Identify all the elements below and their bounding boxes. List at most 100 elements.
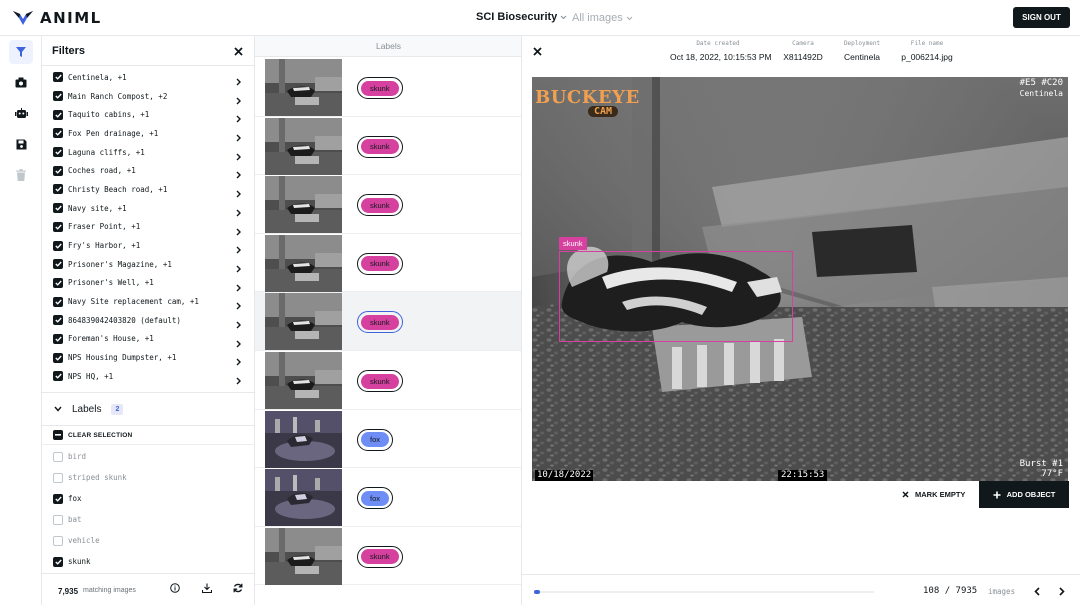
image-row[interactable]: skunk [255,351,521,410]
camera-checkbox[interactable] [53,277,63,288]
camera-filter-item[interactable]: Foreman's House, +1 [42,330,255,349]
image-row[interactable]: skunk [255,58,521,117]
image-row[interactable]: skunk [255,292,521,351]
image-row[interactable]: fox [255,410,521,469]
camera-filter-item[interactable]: Prisoner's Well, +1 [42,274,255,293]
camera-filter-item[interactable]: Fry's Harbor, +1 [42,236,255,255]
camera-checkbox[interactable] [53,315,63,326]
clear-selection-button[interactable]: CLEAR SELECTION [42,426,255,445]
label-checkbox[interactable] [53,535,63,546]
label-checkbox[interactable] [53,451,63,462]
label-pill[interactable]: fox [357,487,394,510]
image-thumbnail[interactable] [265,352,342,409]
image-thumbnail[interactable] [265,176,342,234]
image-row[interactable]: skunk [255,175,521,234]
label-filter-item[interactable]: bat [42,509,255,530]
camera-filter-item[interactable]: Fox Pen drainage, +1 [42,124,255,143]
image-thumbnail[interactable] [265,59,342,116]
label-pill[interactable]: fox [357,428,394,451]
camera-filter-item[interactable]: NPS Housing Dumpster, +1 [42,348,255,367]
image-row[interactable]: skunk [255,234,521,293]
camera-filter-item[interactable]: Main Ranch Compost, +2 [42,87,255,106]
labels-section-header[interactable]: Labels 2 [42,392,255,426]
label-checkbox[interactable] [53,493,63,504]
indeterminate-checkbox[interactable] [53,430,63,440]
close-icon[interactable] [234,47,243,56]
label-checkbox[interactable] [53,472,63,483]
camera-filter-item[interactable]: Taquito cabins, +1 [42,105,255,124]
image-thumbnail[interactable] [265,234,342,292]
refresh-icon[interactable] [233,583,243,593]
camera-checkbox[interactable] [53,352,63,363]
image-row[interactable]: skunk [255,117,521,176]
camera-filter-item[interactable]: Prisoner's Magazine, +1 [42,255,255,274]
close-detail-icon[interactable] [533,47,542,56]
delete-view-button[interactable] [9,163,33,187]
sign-out-button[interactable]: SIGN OUT [1013,7,1070,28]
app-logo[interactable]: ANIML [12,9,102,27]
camera-checkbox[interactable] [53,240,63,251]
label-filter-item[interactable]: bird [42,446,255,467]
automation-tool-button[interactable] [9,101,33,125]
camera-filter-item[interactable]: Navy Site replacement cam, +1 [42,292,255,311]
info-icon[interactable] [170,583,180,593]
label-pill[interactable]: skunk [357,252,403,275]
filter-tool-button[interactable] [9,40,33,64]
camera-checkbox[interactable] [53,72,63,83]
camera-filter-item[interactable]: NPS HQ, +1 [42,367,255,386]
project-selector[interactable]: SCI Biosecurity [476,11,567,23]
camera-checkbox[interactable] [53,333,63,344]
chevron-left-icon[interactable] [1034,587,1040,596]
label-filter-item[interactable]: striped skunk [42,467,255,488]
camera-filter-item[interactable]: Navy site, +1 [42,199,255,218]
camera-checkbox[interactable] [53,296,63,307]
camera-checkbox[interactable] [53,221,63,232]
image-thumbnail[interactable] [265,469,342,527]
camera-filter-item[interactable]: 864839042403820 (default) [42,311,255,330]
label-pill[interactable]: skunk [357,77,403,99]
camera-filter-item[interactable]: Coches road, +1 [42,161,255,180]
camera-filter-item[interactable]: Centinela, +1 [42,68,255,87]
view-selector[interactable]: All images [572,12,633,24]
camera-checkbox[interactable] [53,128,63,139]
camera-checkbox[interactable] [53,184,63,195]
matching-count: 7,935 [58,587,79,596]
camera-checkbox[interactable] [53,203,63,214]
image-row[interactable]: skunk [255,527,521,586]
label-pill[interactable]: skunk [357,311,403,334]
save-view-button[interactable] [9,132,33,156]
label-pill[interactable]: skunk [357,370,403,392]
progress-track[interactable] [534,590,874,594]
image-thumbnail[interactable] [265,293,342,351]
camera-checkbox[interactable] [53,371,63,382]
camera-checkbox[interactable] [53,147,63,158]
add-object-button[interactable]: ADD OBJECT [979,481,1069,508]
image-thumbnail[interactable] [265,117,342,175]
label-pill[interactable]: skunk [357,194,403,217]
image-thumbnail[interactable] [265,410,342,468]
camera-checkbox[interactable] [53,109,63,120]
label-filter-item[interactable]: skunk [42,551,255,572]
label-pill[interactable]: skunk [357,545,403,568]
camera-filter-item[interactable]: Laguna cliffs, +1 [42,143,255,162]
object-label-tag[interactable]: skunk [559,237,587,250]
object-bounding-box[interactable]: skunk [559,237,793,342]
camera-checkbox[interactable] [53,91,63,102]
chevron-right-icon[interactable] [1059,587,1065,596]
image-row[interactable]: fox [255,468,521,527]
camera-checkbox[interactable] [53,165,63,176]
camera-filter-item[interactable]: Fraser Point, +1 [42,218,255,237]
mark-empty-button[interactable]: MARK EMPTY [902,490,965,499]
chevron-right-icon[interactable] [236,372,241,390]
camera-tool-button[interactable] [9,70,33,94]
label-filter-item[interactable]: fox [42,488,255,509]
label-pill[interactable]: skunk [357,135,403,158]
image-thumbnail[interactable] [265,527,342,585]
camera-trap-image[interactable]: BUCKEYE CAM #E5 #C20 Centinela 10/18/202… [532,77,1068,481]
label-checkbox[interactable] [53,514,63,525]
label-filter-item[interactable]: vehicle [42,530,255,551]
label-checkbox[interactable] [53,556,63,567]
download-icon[interactable] [202,583,212,593]
camera-filter-item[interactable]: Christy Beach road, +1 [42,180,255,199]
camera-checkbox[interactable] [53,259,63,270]
